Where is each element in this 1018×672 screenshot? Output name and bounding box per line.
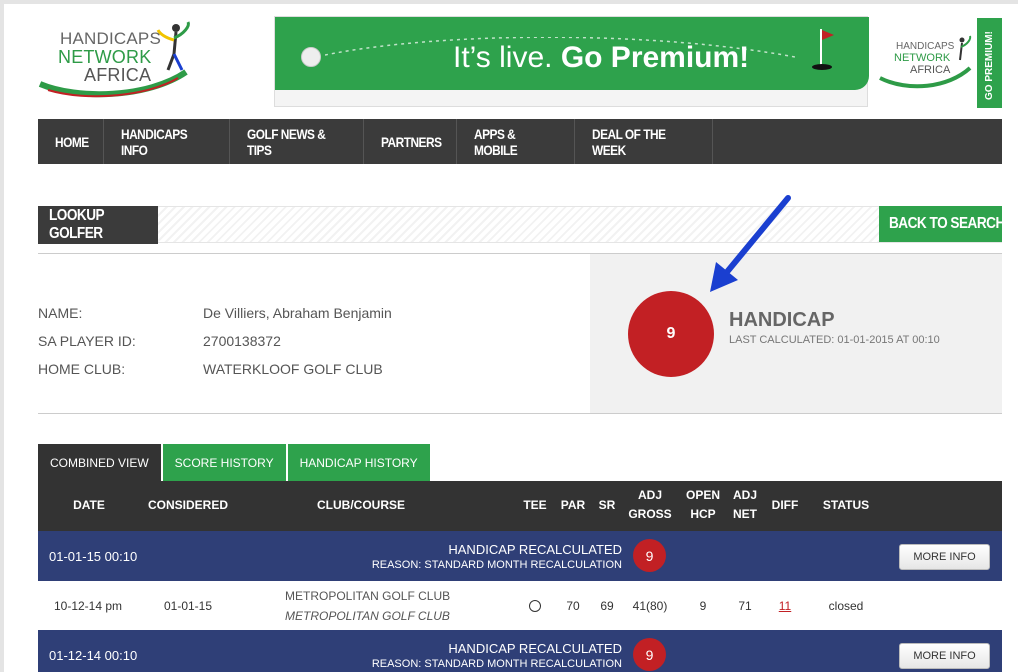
- col-status: STATUS: [822, 498, 870, 512]
- side-ad-line-network: NETWORK: [894, 52, 951, 64]
- col-adj-gross: ADJ GROSS: [626, 486, 674, 524]
- nav-golf-news-tips[interactable]: GOLF NEWS & TIPS: [230, 119, 364, 164]
- handicap-heading: HANDICAP: [729, 309, 835, 331]
- lookup-golfer-heading: LOOKUP GOLFER: [38, 206, 158, 244]
- col-open-hcp-line1: OPEN: [685, 488, 720, 502]
- col-tee: TEE: [523, 498, 547, 512]
- handicap-badge: 9: [628, 291, 714, 377]
- recalc-date: 01-12-14 00:10: [49, 648, 138, 663]
- tab-score-history[interactable]: SCORE HISTORY: [162, 444, 286, 481]
- col-open-hcp: OPEN HCP: [681, 486, 725, 524]
- name-value: De Villiers, Abraham Benjamin: [203, 305, 392, 321]
- golf-ball-icon: [301, 47, 321, 67]
- site-logo[interactable]: HANDICAPS NETWORK AFRICA: [38, 20, 198, 100]
- lookup-bar: LOOKUP GOLFER BACK TO SEARCH: [38, 206, 1005, 244]
- back-to-search-button[interactable]: BACK TO SEARCH: [879, 206, 1005, 242]
- table-row: 10-12-14 pm 01-01-15 METROPOLITAN GOLF C…: [38, 581, 1002, 630]
- nav-handicaps-info[interactable]: HANDICAPS INFO: [104, 119, 230, 164]
- score-open-hcp: 9: [699, 599, 707, 613]
- nav-golf-news-tips-label: GOLF NEWS & TIPS: [247, 125, 326, 158]
- col-date: DATE: [73, 498, 105, 512]
- recalc-handicap-badge: 9: [633, 539, 666, 572]
- score-club: METROPOLITAN GOLF CLUB: [285, 589, 451, 603]
- nav-deal-of-the-week[interactable]: DEAL OF THE WEEK: [575, 119, 713, 164]
- col-adj-gross-line1: ADJ: [637, 488, 662, 502]
- col-considered: CONSIDERED: [147, 498, 228, 512]
- score-adj-gross: 41(80): [632, 599, 668, 613]
- side-ad-line-handicaps: HANDICAPS: [896, 41, 955, 52]
- page-frame-left: [0, 0, 4, 672]
- page-frame-top: [0, 0, 1018, 4]
- table-header: DATE CONSIDERED CLUB/COURSE TEE PAR SR A…: [38, 481, 1002, 531]
- banner-background: It’s live. Go Premium!: [275, 17, 869, 90]
- lookup-golfer-label: LOOKUP GOLFER: [49, 207, 104, 242]
- table-row: 01-01-15 00:10 HANDICAP RECALCULATED REA…: [38, 531, 1002, 581]
- nav-partners-label: PARTNERS: [381, 133, 442, 150]
- annotation-arrow-icon: [710, 195, 791, 292]
- col-adj-gross-line2: GROSS: [628, 507, 672, 521]
- recalc-handicap-badge: 9: [633, 638, 666, 671]
- score-date: 10-12-14 pm: [53, 599, 123, 613]
- col-adj-net: ADJ NET: [728, 486, 762, 524]
- recalc-reason: REASON: STANDARD MONTH RECALCULATION: [371, 559, 622, 571]
- history-tabs: COMBINED VIEW SCORE HISTORY HANDICAP HIS…: [38, 444, 432, 481]
- col-par: PAR: [560, 498, 586, 512]
- table-row: 01-12-14 00:10 HANDICAP RECALCULATED REA…: [38, 630, 1002, 672]
- nav-home-label: HOME: [55, 133, 89, 150]
- side-ad-logo: HANDICAPS NETWORK AFRICA: [878, 34, 974, 94]
- banner-text-plain: It’s live.: [453, 41, 561, 74]
- home-club-label: HOME CLUB:: [38, 361, 126, 377]
- go-premium-vertical-button[interactable]: GO PREMIUM!: [977, 18, 1002, 108]
- nav-partners[interactable]: PARTNERS: [364, 119, 457, 164]
- back-to-search-label: BACK TO SEARCH: [889, 215, 1005, 232]
- nav-apps-mobile-label: APPS & MOBILE: [474, 125, 518, 158]
- nav-handicaps-info-label: HANDICAPS INFO: [121, 125, 188, 158]
- logo-line-africa: AFRICA: [84, 65, 152, 85]
- recalc-title: HANDICAP RECALCULATED: [448, 542, 622, 557]
- score-par: 70: [566, 599, 580, 613]
- go-premium-label: GO PREMIUM!: [984, 31, 995, 100]
- recalc-date: 01-01-15 00:10: [49, 549, 138, 564]
- score-status: closed: [828, 599, 864, 613]
- name-label: NAME:: [38, 305, 83, 321]
- score-adj-net: 71: [738, 599, 752, 613]
- nav-apps-mobile[interactable]: APPS & MOBILE: [457, 119, 575, 164]
- info-divider-bottom: [38, 413, 1002, 414]
- tab-handicap-history[interactable]: HANDICAP HISTORY: [287, 444, 430, 481]
- side-premium-ad[interactable]: HANDICAPS NETWORK AFRICA GO PREMIUM!: [874, 18, 1002, 108]
- col-club-course: CLUB/COURSE: [316, 498, 405, 512]
- score-course: METROPOLITAN GOLF CLUB: [285, 609, 450, 623]
- col-sr: SR: [598, 498, 616, 512]
- player-id-value: 2700138372: [203, 333, 281, 349]
- more-info-button[interactable]: MORE INFO: [899, 643, 990, 669]
- nav-deal-of-the-week-label: DEAL OF THE WEEK: [592, 125, 666, 158]
- side-ad-line-africa: AFRICA: [910, 64, 951, 76]
- last-calculated-text: LAST CALCULATED: 01-01-2015 AT 00:10: [729, 334, 940, 346]
- banner-text-bold: Go Premium!: [560, 41, 750, 74]
- col-adj-net-line1: ADJ: [732, 488, 757, 502]
- more-info-button[interactable]: MORE INFO: [899, 544, 990, 570]
- col-diff: DIFF: [771, 498, 799, 512]
- col-open-hcp-line2: HCP: [690, 507, 716, 521]
- recalc-title: HANDICAP RECALCULATED: [448, 641, 622, 656]
- player-id-label: SA PLAYER ID:: [38, 333, 136, 349]
- recalc-reason: REASON: STANDARD MONTH RECALCULATION: [371, 658, 622, 670]
- score-considered: 01-01-15: [163, 599, 213, 613]
- score-sr: 69: [600, 599, 614, 613]
- home-club-value: WATERKLOOF GOLF CLUB: [203, 361, 383, 377]
- logo-line-handicaps: HANDICAPS: [60, 29, 161, 48]
- banner-headline: It’s live. Go Premium!: [453, 41, 749, 75]
- main-nav: HOME HANDICAPS INFO GOLF NEWS & TIPS PAR…: [38, 119, 1002, 164]
- nav-home[interactable]: HOME: [38, 119, 104, 164]
- tab-combined-view[interactable]: COMBINED VIEW: [38, 444, 161, 481]
- col-adj-net-line2: NET: [733, 507, 757, 521]
- logo-line-network: NETWORK: [58, 47, 152, 67]
- premium-banner[interactable]: It’s live. Go Premium!: [274, 16, 869, 107]
- tee-marker-icon: [529, 600, 541, 612]
- golf-flag-icon: [812, 29, 834, 70]
- score-diff-link[interactable]: 11: [772, 599, 798, 613]
